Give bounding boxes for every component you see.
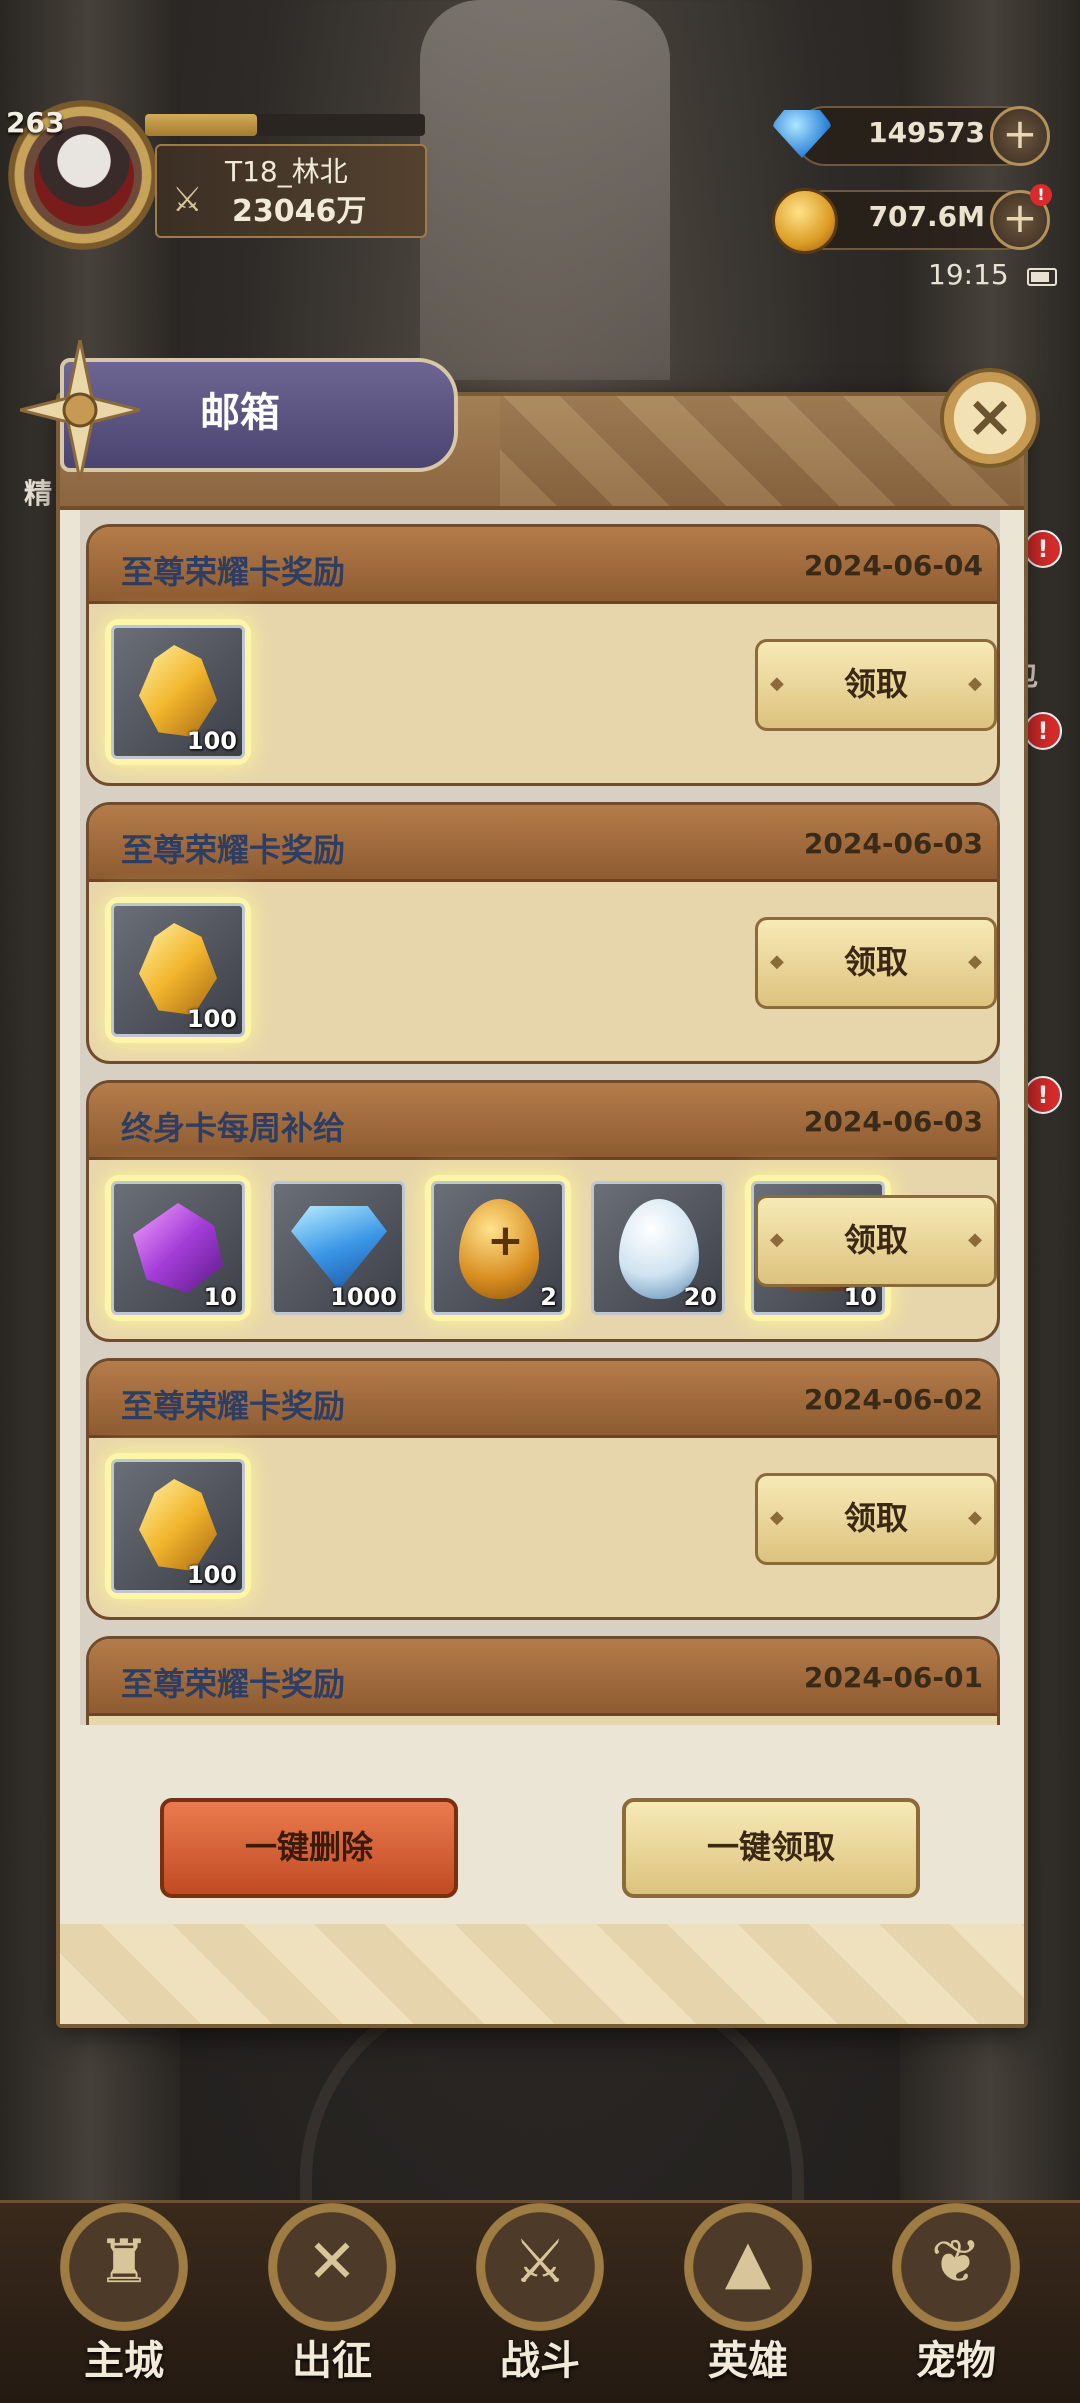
nav-label: 宠物 (916, 2338, 996, 2384)
reward-slot[interactable]: 1000 (271, 1181, 405, 1315)
mail-header: 至尊荣耀卡奖励 2024-06-03 (89, 805, 997, 882)
shield-swords-icon: ⚔ (513, 2227, 567, 2297)
mail-date: 2024-06-02 (803, 1383, 983, 1416)
add-diamond-button[interactable]: + (990, 106, 1050, 166)
item-count: 20 (683, 1283, 717, 1311)
reward-slot[interactable]: 10 (111, 1181, 245, 1315)
page-title: 邮箱 (200, 390, 280, 436)
crossed-swords-icon: ⚔ (172, 180, 203, 220)
avatar[interactable] (34, 126, 134, 226)
mail-title: 终身卡每周补给 (121, 1109, 346, 1147)
item-count: 2 (540, 1283, 557, 1311)
nav-item-heroes[interactable]: ▲ 英雄 (634, 2203, 834, 2403)
player-level: 263 (6, 106, 65, 139)
nav-label: 战斗 (500, 2338, 580, 2384)
mail-header: 至尊荣耀卡奖励 2024-06-01 (89, 1639, 997, 1716)
top-hud: 263 T18_林北 ⚔ 23046万 149573 + 707.6M + ! … (0, 0, 1080, 300)
nav-item-pets[interactable]: ❦ 宠物 (842, 2203, 1042, 2403)
reward-slot[interactable]: 20 (591, 1181, 725, 1315)
side-alert-badge-1: ! (1024, 530, 1062, 568)
player-name: T18_林北 (225, 155, 348, 188)
panel-footer (60, 1924, 1024, 2024)
delete-all-button[interactable]: 一键删除 (160, 1798, 458, 1898)
compass-emblem-icon (20, 340, 140, 480)
claim-button[interactable]: 领取 (755, 639, 997, 731)
claim-button[interactable]: 领取 (755, 1195, 997, 1287)
diamond-count: 149573 (868, 116, 985, 149)
mail-title: 至尊荣耀卡奖励 (121, 831, 346, 869)
mail-item: 至尊荣耀卡奖励 2024-06-03 100 领取 (86, 802, 1000, 1064)
side-alert-badge-3: ! (1024, 1076, 1062, 1114)
mail-title: 至尊荣耀卡奖励 (121, 1665, 346, 1703)
mail-header: 终身卡每周补给 2024-06-03 (89, 1083, 997, 1160)
mail-item: 终身卡每周补给 2024-06-03 10 1000 2 20 10 (86, 1080, 1000, 1342)
claim-all-button[interactable]: 一键领取 (622, 1798, 920, 1898)
nav-label: 英雄 (708, 2338, 788, 2384)
mail-date: 2024-06-03 (803, 827, 983, 860)
castle-icon: ♜ (97, 2227, 151, 2297)
gold-alert-badge: ! (1030, 184, 1052, 206)
nav-item-expedition[interactable]: ✕ 出征 (218, 2203, 418, 2403)
mail-list[interactable]: 至尊荣耀卡奖励 2024-06-04 100 领取 至尊荣耀卡奖励 2024-0… (80, 510, 1000, 1725)
item-count: 100 (186, 727, 237, 755)
reward-slot[interactable]: 100 (111, 625, 245, 759)
item-count: 10 (843, 1283, 877, 1311)
power-value: 23046万 (232, 194, 367, 229)
exp-bar-fill (145, 114, 257, 136)
nav-label: 主城 (84, 2338, 164, 2384)
item-count: 100 (186, 1561, 237, 1589)
mail-date: 2024-06-04 (803, 549, 983, 582)
side-alert-badge-2: ! (1024, 712, 1062, 750)
mail-title: 至尊荣耀卡奖励 (121, 553, 346, 591)
item-count: 1000 (330, 1283, 397, 1311)
mail-title: 至尊荣耀卡奖励 (121, 1387, 346, 1425)
mail-date: 2024-06-03 (803, 1105, 983, 1138)
mail-date: 2024-06-01 (803, 1661, 983, 1694)
mail-header: 至尊荣耀卡奖励 2024-06-02 (89, 1361, 997, 1438)
crossed-axes-icon: ✕ (306, 2227, 358, 2297)
close-button[interactable]: × (940, 368, 1040, 468)
item-count: 100 (186, 1005, 237, 1033)
mail-header: 至尊荣耀卡奖励 2024-06-04 (89, 527, 997, 604)
nav-item-battle[interactable]: ⚔ 战斗 (426, 2203, 626, 2403)
mail-item: 至尊荣耀卡奖励 2024-06-04 100 领取 (86, 524, 1000, 786)
reward-slot[interactable]: 100 (111, 903, 245, 1037)
battery-icon (1027, 268, 1057, 286)
item-count: 10 (203, 1283, 237, 1311)
mail-item: 至尊荣耀卡奖励 2024-06-01 (86, 1636, 1000, 1725)
mail-item: 至尊荣耀卡奖励 2024-06-02 100 领取 (86, 1358, 1000, 1620)
claim-button[interactable]: 领取 (755, 917, 997, 1009)
clock: 19:15 (928, 258, 1009, 291)
reward-slot[interactable]: 100 (111, 1459, 245, 1593)
exp-bar (145, 114, 425, 136)
dragon-pet-icon: ❦ (930, 2227, 982, 2297)
reward-slot[interactable]: 2 (431, 1181, 565, 1315)
nav-label: 出征 (292, 2338, 372, 2384)
bottom-nav: ♜ 主城 ✕ 出征 ⚔ 战斗 ▲ 英雄 ❦ 宠物 (0, 2200, 1080, 2403)
gold-count: 707.6M (868, 200, 985, 233)
nav-item-main-city[interactable]: ♜ 主城 (10, 2203, 210, 2403)
hooded-hero-icon: ▲ (724, 2227, 772, 2297)
claim-button[interactable]: 领取 (755, 1473, 997, 1565)
